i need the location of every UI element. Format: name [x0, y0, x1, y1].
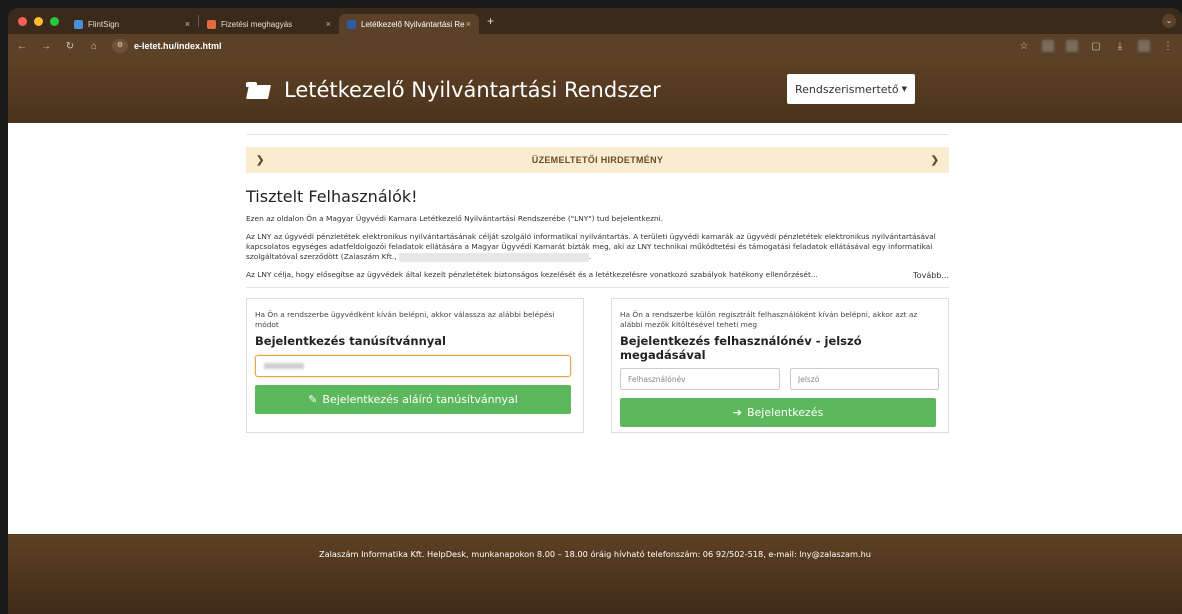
notice-label: ÜZEMELTETŐI HIRDETMÉNY	[531, 155, 664, 165]
tab-letetkezelo[interactable]: Letétkezelő Nyilvántartási Re ×	[339, 14, 479, 34]
window-controls	[8, 16, 66, 26]
menu-icon[interactable]: ⋮	[1162, 41, 1174, 52]
back-icon[interactable]: ←	[16, 41, 28, 52]
tab-bar: FlintSign × Fizetési meghagyás × Letétke…	[8, 8, 1182, 34]
redacted-text	[398, 252, 589, 262]
certificate-login-panel: Ha Ön a rendszerbe ügyvédként kíván belé…	[246, 298, 584, 433]
flintsign-favicon-icon	[74, 19, 83, 29]
system-info-dropdown[interactable]: Rendszerismertető ▼	[787, 74, 915, 104]
redacted-certificate-value	[264, 363, 304, 369]
close-tab-icon[interactable]: ×	[185, 19, 190, 29]
bookmark-star-icon[interactable]: ☆	[1018, 41, 1030, 52]
forward-icon[interactable]: →	[40, 41, 52, 52]
browser-window: FlintSign × Fizetési meghagyás × Letétke…	[8, 8, 1182, 614]
intro-paragraph: Ezen az oldalon Ön a Magyar Ügyvédi Kama…	[246, 214, 664, 223]
site-info-icon[interactable]: ⚙	[112, 39, 128, 53]
folder-open-icon	[246, 81, 271, 99]
purpose-row: Az LNY célja, hogy elősegítse az ügyvéde…	[246, 270, 949, 280]
chart-favicon-icon	[207, 19, 216, 29]
tab-search-icon[interactable]: ⌄	[1162, 14, 1176, 28]
operator-notice-toggle[interactable]: ❯ ÜZEMELTETŐI HIRDETMÉNY ❯	[246, 147, 949, 173]
purpose-paragraph: Az LNY célja, hogy elősegítse az ügyvéde…	[246, 270, 818, 279]
read-more-link[interactable]: Tovább...	[913, 271, 949, 280]
extension-icon[interactable]	[1042, 40, 1054, 52]
close-tab-icon[interactable]: ×	[326, 19, 331, 29]
helpdesk-info: Zalaszám Informatika Kft. HelpDesk, munk…	[319, 549, 871, 559]
login-button[interactable]: ➔ Bejelentkezés	[620, 398, 936, 427]
main-content: ❯ ÜZEMELTETŐI HIRDETMÉNY ❯ Tisztelt Felh…	[246, 134, 949, 433]
description-end: .	[588, 252, 592, 261]
new-tab-button[interactable]: +	[487, 14, 494, 28]
system-info-label: Rendszerismertető	[795, 82, 899, 96]
site-title: Letétkezelő Nyilvántartási Rendszer	[284, 78, 661, 102]
chevron-down-icon: ❯	[256, 154, 265, 166]
login-button-label: Bejelentkezés	[746, 406, 824, 419]
password-login-intro: Ha Ön a rendszerbe külön regisztrált fel…	[620, 310, 918, 329]
tab-title: Letétkezelő Nyilvántartási Re	[361, 19, 465, 29]
pencil-icon: ✎	[308, 393, 318, 406]
extension-icon[interactable]	[1066, 40, 1078, 52]
description-paragraph: Az LNY az ügyvédi pénzletétek elektronik…	[246, 232, 949, 262]
home-icon[interactable]: ⌂	[88, 41, 100, 52]
extensions-puzzle-icon[interactable]: ▢	[1090, 41, 1102, 52]
site-favicon-icon	[347, 19, 356, 29]
certificate-login-button[interactable]: ✎ Bejelentkezés aláíró tanúsítvánnyal	[255, 385, 571, 414]
divider	[246, 134, 949, 135]
divider	[246, 287, 949, 288]
certificate-login-heading: Bejelentkezés tanúsítvánnyal	[255, 334, 446, 348]
site-footer: Zalaszám Informatika Kft. HelpDesk, munk…	[8, 534, 1182, 614]
close-window-button[interactable]	[18, 16, 27, 26]
certificate-select-field[interactable]	[255, 355, 571, 377]
reload-icon[interactable]: ↻	[64, 41, 76, 52]
profile-avatar[interactable]	[1138, 40, 1150, 52]
url-text: e-letet.hu/index.html	[134, 41, 222, 51]
maximize-window-button[interactable]	[50, 16, 59, 26]
credentials-row	[620, 368, 940, 390]
password-input[interactable]	[790, 368, 939, 390]
url-field[interactable]: ⚙ e-letet.hu/index.html	[112, 39, 1006, 53]
sign-in-icon: ➔	[732, 406, 742, 419]
tab-title: FlintSign	[88, 19, 120, 29]
close-tab-icon[interactable]: ×	[466, 19, 471, 29]
address-bar: ← → ↻ ⌂ ⚙ e-letet.hu/index.html ☆ ▢ ⤓ ⋮	[8, 34, 1182, 58]
login-panels: Ha Ön a rendszerbe ügyvédként kíván belé…	[246, 298, 949, 433]
password-login-heading: Bejelentkezés felhasználónév - jelszó me…	[620, 334, 862, 362]
site-brand[interactable]: Letétkezelő Nyilvántartási Rendszer	[246, 78, 661, 102]
username-input[interactable]	[620, 368, 780, 390]
certificate-login-intro: Ha Ön a rendszerbe ügyvédként kíván belé…	[255, 310, 555, 329]
certificate-login-button-label: Bejelentkezés aláíró tanúsítvánnyal	[322, 393, 518, 406]
download-icon[interactable]: ⤓	[1114, 41, 1126, 52]
caret-down-icon: ▼	[901, 85, 907, 93]
toolbar-actions: ☆ ▢ ⤓ ⋮	[1018, 40, 1174, 52]
chevron-down-icon: ❯	[930, 154, 939, 166]
tab-title: Fizetési meghagyás	[221, 19, 293, 29]
web-page: Letétkezelő Nyilvántartási Rendszer Rend…	[8, 58, 1182, 614]
site-header: Letétkezelő Nyilvántartási Rendszer Rend…	[8, 58, 1182, 123]
tab-fizetesi-meghagyas[interactable]: Fizetési meghagyás ×	[199, 14, 339, 34]
tab-flintsign[interactable]: FlintSign ×	[66, 14, 198, 34]
password-login-panel: Ha Ön a rendszerbe külön regisztrált fel…	[611, 298, 949, 433]
greeting-heading: Tisztelt Felhasználók!	[246, 187, 418, 206]
minimize-window-button[interactable]	[34, 16, 43, 26]
